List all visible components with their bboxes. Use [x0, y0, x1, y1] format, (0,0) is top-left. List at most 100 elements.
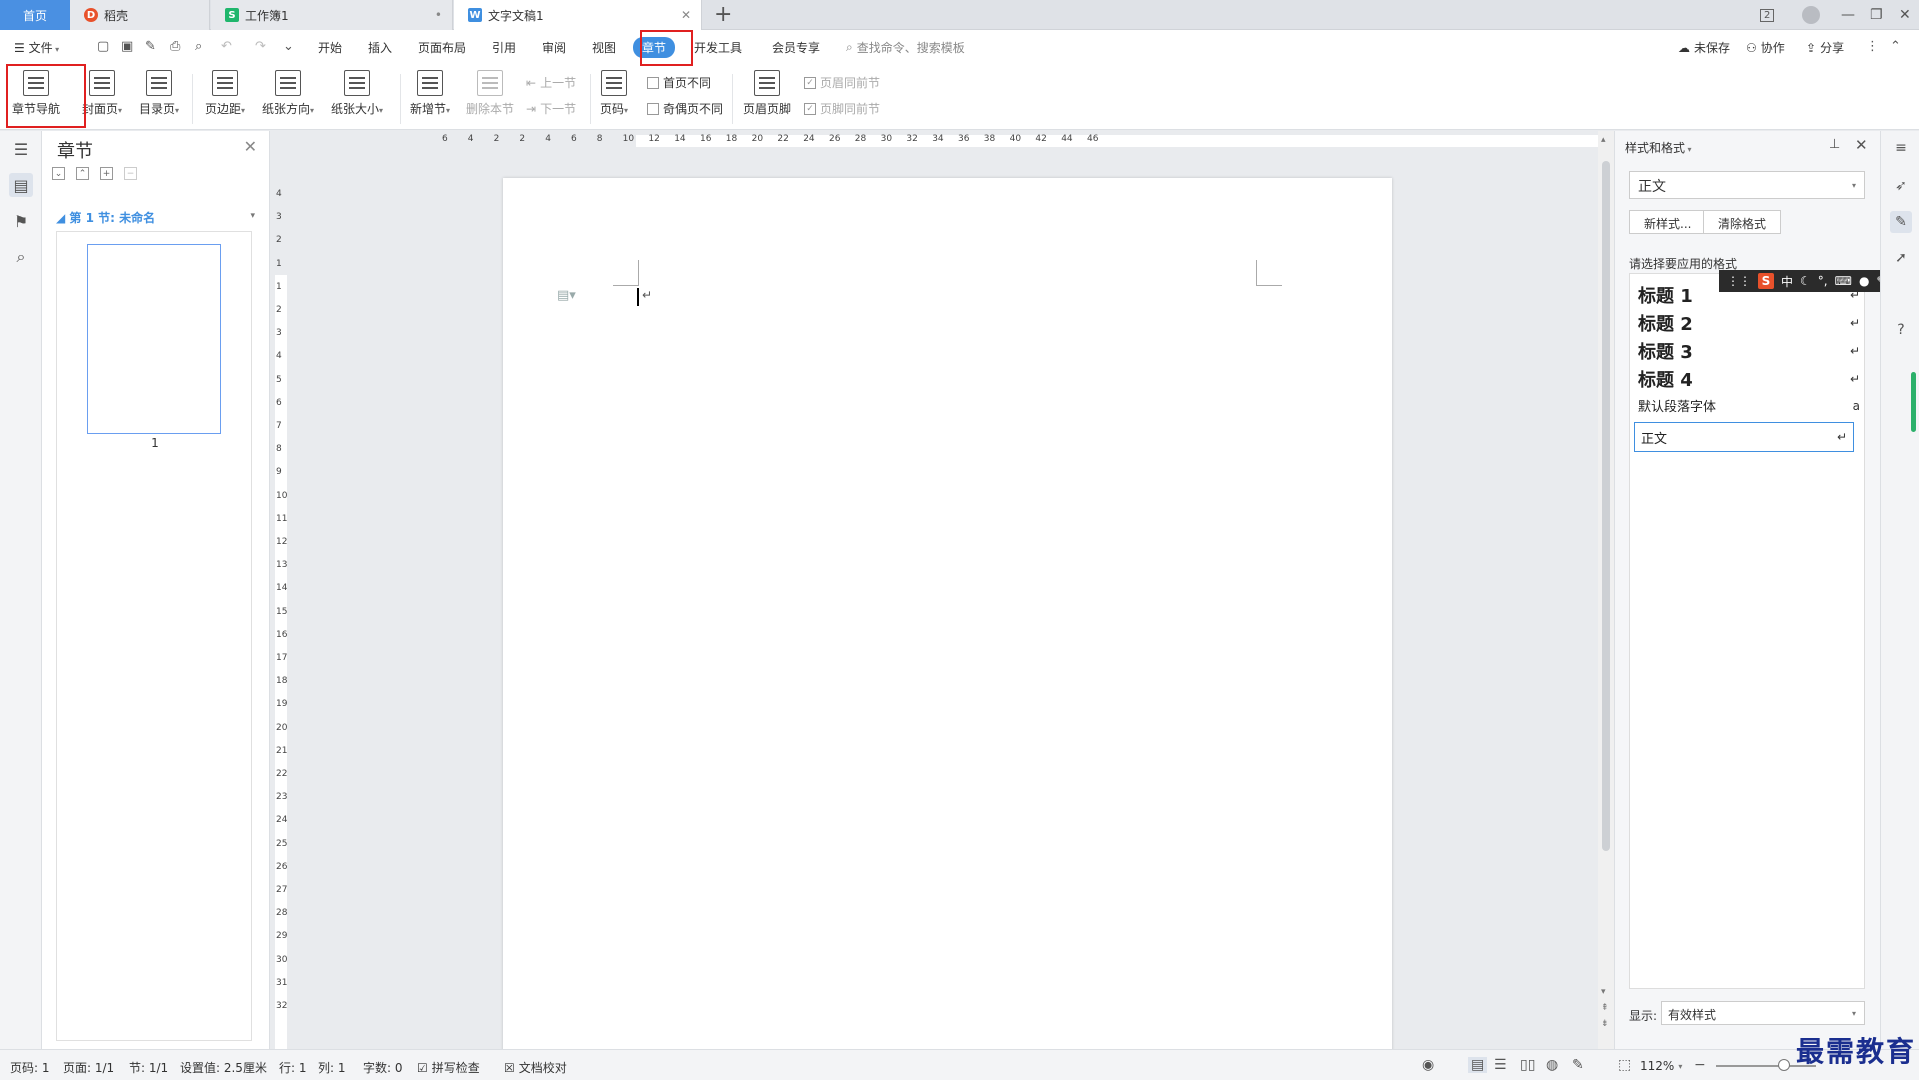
menu-reference[interactable]: 引用: [492, 39, 516, 56]
paper-size-button[interactable]: 纸张大小▾: [331, 70, 383, 117]
write-mode-icon[interactable]: ✎: [1572, 1057, 1584, 1073]
status-page-code[interactable]: 页码: 1: [10, 1059, 50, 1076]
collapse-lines-icon[interactable]: ≡: [1890, 137, 1912, 159]
status-words[interactable]: 字数: 0: [363, 1059, 403, 1076]
ime-mode[interactable]: 中: [1781, 273, 1793, 290]
clear-format-button[interactable]: 清除格式: [1703, 210, 1782, 234]
delete-section-button[interactable]: 删除本节: [466, 70, 514, 117]
menu-view[interactable]: 视图: [592, 39, 616, 56]
new-style-button[interactable]: 新样式...: [1629, 210, 1707, 234]
outline-view-icon[interactable]: ☰: [1494, 1057, 1507, 1073]
page-view-icon[interactable]: ▤: [1468, 1057, 1488, 1073]
chapter-icon[interactable]: ▤: [9, 173, 33, 197]
menu-review[interactable]: 审阅: [542, 39, 566, 56]
first-page-different-checkbox[interactable]: 首页不同: [647, 74, 711, 91]
paragraph-layout-icon[interactable]: ▤▾: [557, 288, 576, 303]
prev-page-icon[interactable]: ⇞: [1601, 1003, 1609, 1013]
zoom-slider-knob[interactable]: [1778, 1059, 1790, 1071]
new-section-button[interactable]: 新增节▾: [410, 70, 450, 117]
style-default-paragraph-font[interactable]: 默认段落字体 a: [1638, 396, 1860, 416]
page-thumbnail[interactable]: [87, 244, 221, 434]
undo-icon[interactable]: ↶: [221, 39, 232, 54]
add-tab-icon[interactable]: +: [714, 2, 732, 27]
file-menu[interactable]: ☰ 文件 ▾: [14, 39, 59, 56]
status-section[interactable]: 节: 1/1: [129, 1059, 168, 1076]
menu-insert[interactable]: 插入: [368, 39, 392, 56]
style-heading-3[interactable]: 标题 3 ↵: [1638, 338, 1860, 364]
doc-proof-button[interactable]: ☒ 文档校对: [504, 1059, 567, 1076]
status-pages[interactable]: 页面: 1/1: [63, 1059, 114, 1076]
vertical-ruler[interactable]: 4 3 2 1 1 2 3 4 5 6 7 8 9 10 11 12 13 14 15 16 17 18 19 20 21 22 2…: [270, 151, 292, 1055]
odd-even-different-checkbox[interactable]: 奇偶页不同: [647, 100, 723, 117]
close-icon[interactable]: ✕: [244, 137, 257, 156]
close-icon[interactable]: ✕: [1855, 136, 1868, 154]
command-search[interactable]: ⌕ 查找命令、搜索模板: [846, 39, 965, 56]
reading-view-icon[interactable]: ▯▯: [1520, 1057, 1535, 1073]
share-button[interactable]: ⇪ 分享: [1806, 39, 1844, 56]
scroll-up-icon[interactable]: ▴: [1601, 135, 1606, 145]
horizontal-ruler[interactable]: 6 4 2 2 4 6 8 10 12 14 16 18 20 22 24 26 28 30 32 34 36 38 40 4…: [270, 131, 1636, 151]
print-preview-icon[interactable]: ⌕: [195, 39, 202, 54]
search-icon[interactable]: ⌕: [9, 245, 33, 269]
zoom-out-icon[interactable]: −: [1694, 1057, 1706, 1073]
current-style-select[interactable]: 正文 ▾: [1629, 171, 1865, 199]
window-count-icon[interactable]: 2: [1760, 0, 1775, 30]
close-icon[interactable]: ✕: [681, 8, 691, 22]
show-select[interactable]: 有效样式 ▾: [1661, 1001, 1865, 1025]
spell-check-button[interactable]: ☑ 拼写检查: [417, 1059, 480, 1076]
vertical-scrollbar[interactable]: ▴ ▾ ⇞ ⇟: [1598, 131, 1614, 1049]
document-page[interactable]: ▤▾ ↵: [503, 178, 1392, 1049]
scroll-down-icon[interactable]: ▾: [1601, 987, 1606, 997]
tab-home[interactable]: 首页: [0, 0, 70, 30]
collapse-ribbon-icon[interactable]: ⌃: [1890, 39, 1901, 54]
section-item[interactable]: ◢ 第 1 节: 未命名: [56, 209, 155, 226]
zoom-level[interactable]: 112% ▾: [1640, 1059, 1682, 1073]
header-footer-button[interactable]: 页眉页脚: [743, 70, 791, 117]
footer-same-as-previous-checkbox[interactable]: ✓ 页脚同前节: [804, 100, 880, 117]
menu-start[interactable]: 开始: [318, 39, 342, 56]
page-number-button[interactable]: 页码▾: [600, 70, 628, 117]
customize-icon[interactable]: ⌄: [283, 39, 294, 54]
menu-member[interactable]: 会员专享: [772, 39, 820, 56]
tab-daoke[interactable]: D 稻壳: [70, 0, 210, 30]
status-col[interactable]: 列: 1: [318, 1059, 346, 1076]
cursor-icon[interactable]: ➚: [1890, 247, 1912, 269]
menu-page-layout[interactable]: 页面布局: [418, 39, 466, 56]
more-icon[interactable]: ⋮: [1866, 39, 1879, 54]
toc-page-button[interactable]: 目录页▾: [139, 70, 179, 117]
help-icon[interactable]: ?: [1890, 319, 1912, 341]
punctuation-icon[interactable]: °,: [1818, 274, 1828, 288]
status-row[interactable]: 行: 1: [279, 1059, 307, 1076]
prev-section-button[interactable]: ⇤ 上一节: [526, 74, 576, 91]
next-section-button[interactable]: ⇥ 下一节: [526, 100, 576, 117]
save-icon[interactable]: ▣: [121, 39, 133, 54]
chevron-down-icon[interactable]: ▾: [250, 211, 255, 221]
unsaved-status[interactable]: ☁ 未保存: [1678, 39, 1730, 56]
page-view-icon[interactable]: ☰: [9, 137, 33, 161]
close-window-icon[interactable]: ✕: [1899, 0, 1911, 30]
scrollbar-thumb[interactable]: [1602, 161, 1610, 851]
tab-dot-icon[interactable]: •: [435, 8, 442, 22]
menu-dev-tools[interactable]: 开发工具: [694, 39, 742, 56]
expand-icon[interactable]: ⌃: [76, 167, 89, 180]
user-icon[interactable]: ●: [1859, 274, 1869, 288]
style-panel-title[interactable]: 样式和格式 ▾: [1625, 139, 1692, 156]
minimize-icon[interactable]: —: [1841, 0, 1855, 30]
format-painter-icon[interactable]: ✎: [145, 39, 156, 54]
web-view-icon[interactable]: ◍: [1546, 1057, 1558, 1073]
print-icon[interactable]: ⎙: [170, 39, 180, 54]
moon-icon[interactable]: ☾: [1800, 274, 1811, 288]
next-page-icon[interactable]: ⇟: [1601, 1019, 1609, 1029]
collaborate-button[interactable]: ⚇ 协作: [1746, 39, 1785, 56]
pen-icon[interactable]: ✎: [1890, 211, 1912, 233]
new-doc-icon[interactable]: ▢: [97, 39, 109, 54]
tab-writer[interactable]: W 文字文稿1 ✕: [454, 0, 702, 30]
user-avatar[interactable]: [1802, 0, 1820, 30]
status-setting[interactable]: 设置值: 2.5厘米: [180, 1059, 267, 1076]
bookmark-icon[interactable]: ⚑: [9, 209, 33, 233]
fit-page-icon[interactable]: ⬚: [1618, 1057, 1631, 1073]
restore-icon[interactable]: ❐: [1870, 0, 1883, 30]
style-body-text[interactable]: 正文 ↵: [1634, 422, 1854, 452]
keyboard-icon[interactable]: ⌨: [1835, 274, 1852, 288]
redo-icon[interactable]: ↷: [255, 39, 266, 54]
